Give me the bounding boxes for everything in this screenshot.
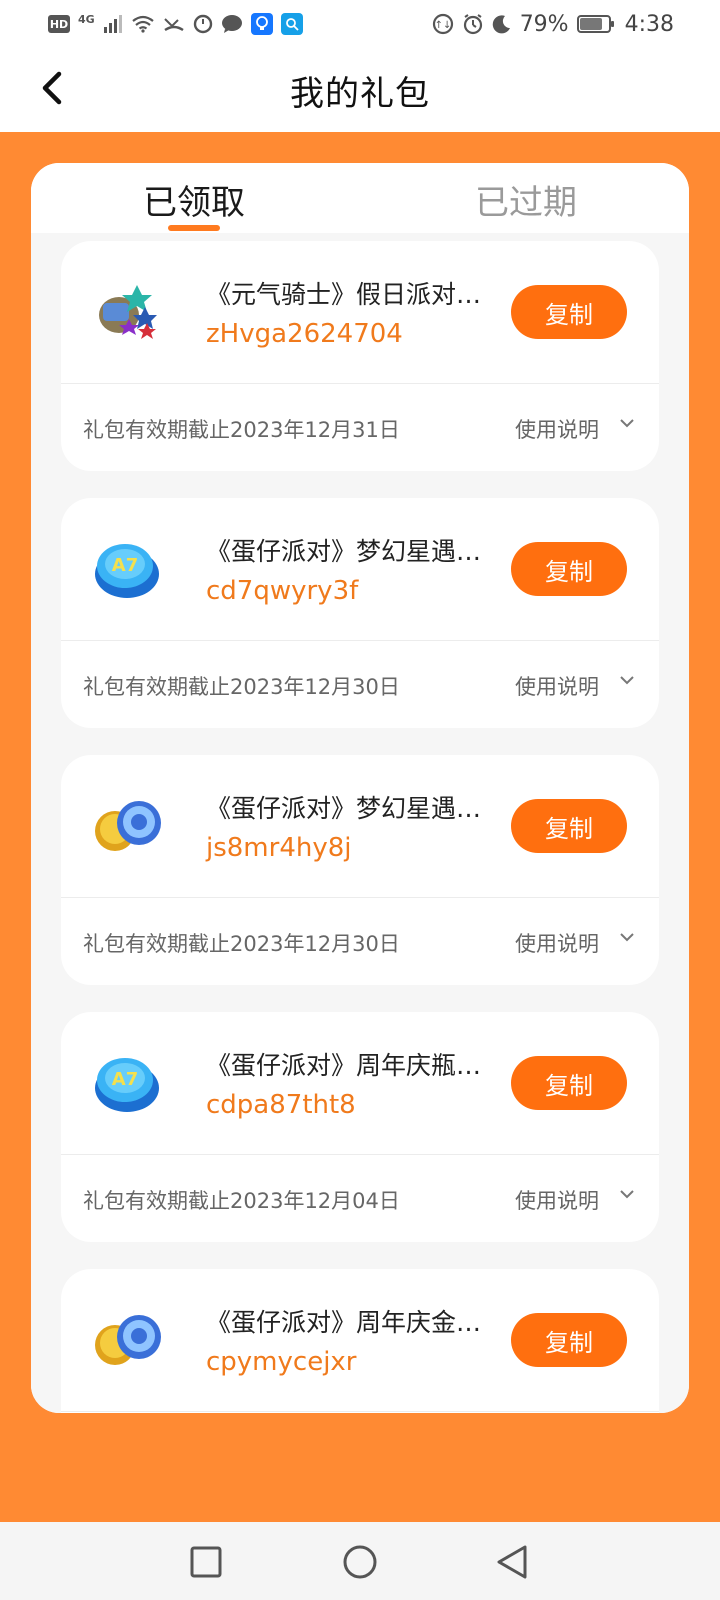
bulb-app-icon xyxy=(250,13,273,35)
battery-icon xyxy=(576,15,614,33)
chevron-down-icon[interactable] xyxy=(619,672,635,688)
gift-card-bottom: 礼包有效期截止2023年12月31日 使用说明 xyxy=(61,384,659,472)
search-app-icon xyxy=(280,13,303,35)
gift-code: zHvga2624704 xyxy=(206,319,403,349)
gift-card-top: A7 《蛋仔派对》周年庆瓶… cdpa87tht8 复制 xyxy=(61,1012,659,1155)
gift-card: 《蛋仔派对》梦幻星遇… js8mr4hy8j 复制 礼包有效期截止2023年12… xyxy=(61,755,659,985)
chevron-down-icon[interactable] xyxy=(619,415,635,431)
usage-instructions-link[interactable]: 使用说明 xyxy=(515,928,599,958)
gift-panel: 已领取 已过期 《元气骑士》假日派对… zHvga2624704 复制 礼包有效… xyxy=(31,163,689,1413)
tab-claimed[interactable]: 已领取 xyxy=(143,175,245,224)
gift-code: cpymycejxr xyxy=(206,1347,357,1377)
tab-expired[interactable]: 已过期 xyxy=(475,175,577,224)
svg-text:A7: A7 xyxy=(112,555,138,576)
gift-card-top: 《蛋仔派对》周年庆金… cpymycejxr 复制 xyxy=(61,1269,659,1412)
tab-bar: 已领取 已过期 xyxy=(31,163,689,233)
coins-icon xyxy=(89,1305,165,1375)
status-bar: HD 4G ↑↓ 79% 4:38 xyxy=(0,0,720,48)
copy-button[interactable]: 复制 xyxy=(511,1056,627,1110)
gift-list[interactable]: 《元气骑士》假日派对… zHvga2624704 复制 礼包有效期截止2023年… xyxy=(31,233,689,1413)
battery-level xyxy=(579,18,602,30)
gift-code: cdpa87tht8 xyxy=(206,1090,356,1120)
gift-card-top: A7 《蛋仔派对》梦幻星遇… cd7qwyry3f 复制 xyxy=(61,498,659,641)
gift-card: A7 《蛋仔派对》梦幻星遇… cd7qwyry3f 复制 礼包有效期截止2023… xyxy=(61,498,659,728)
copy-button[interactable]: 复制 xyxy=(511,799,627,853)
bottle-cap-icon: A7 xyxy=(89,1048,165,1118)
app-header: 我的礼包 xyxy=(0,48,720,132)
copy-button[interactable]: 复制 xyxy=(511,285,627,339)
gift-card-bottom: 礼包有效期截止2023年12月30日 使用说明 xyxy=(61,898,659,986)
home-circle-icon[interactable] xyxy=(338,1540,382,1584)
gift-code: cd7qwyry3f xyxy=(206,576,359,606)
wifi-icon xyxy=(131,15,155,33)
gift-card: A7 《蛋仔派对》周年庆瓶… cdpa87tht8 复制 礼包有效期截止2023… xyxy=(61,1012,659,1242)
usage-instructions-link[interactable]: 使用说明 xyxy=(515,671,599,701)
gift-title: 《蛋仔派对》梦幻星遇… xyxy=(206,794,482,823)
network-type: 4G xyxy=(78,12,95,26)
missed-call-icon xyxy=(163,15,185,33)
clock: 4:38 xyxy=(624,11,674,37)
gift-card-bottom: 礼包有效期截止2023年12月30日 使用说明 xyxy=(61,641,659,729)
bottle-cap-icon: A7 xyxy=(89,534,165,604)
gift-title: 《蛋仔派对》周年庆金… xyxy=(206,1308,482,1337)
battery-percent: 79% xyxy=(519,11,569,37)
gift-card-bottom: 礼包有效期截止2023年12月04日 使用说明 xyxy=(61,1155,659,1243)
expiry-text: 礼包有效期截止2023年12月04日 xyxy=(83,1189,400,1213)
message-icon xyxy=(221,14,243,34)
gift-card-top: 《蛋仔派对》梦幻星遇… js8mr4hy8j 复制 xyxy=(61,755,659,898)
moon-icon xyxy=(492,14,512,34)
system-nav-bar xyxy=(0,1522,720,1600)
gift-title: 《元气骑士》假日派对… xyxy=(206,280,482,309)
chevron-left-icon[interactable] xyxy=(32,68,72,108)
recents-square-icon[interactable] xyxy=(184,1540,228,1584)
alarm-icon xyxy=(462,13,484,35)
gift-card-top: 《元气骑士》假日派对… zHvga2624704 复制 xyxy=(61,241,659,384)
chevron-down-icon[interactable] xyxy=(619,929,635,945)
copy-button[interactable]: 复制 xyxy=(511,1313,627,1367)
gift-code: js8mr4hy8j xyxy=(206,833,352,863)
gift-title: 《蛋仔派对》周年庆瓶… xyxy=(206,1051,482,1080)
coins-icon xyxy=(89,791,165,861)
status-left: HD 4G xyxy=(48,13,303,35)
gift-pack-icon xyxy=(89,277,165,347)
data-saver-icon: ↑↓ xyxy=(432,13,454,35)
gift-card: 《元气骑士》假日派对… zHvga2624704 复制 礼包有效期截止2023年… xyxy=(61,241,659,471)
back-triangle-icon[interactable] xyxy=(490,1540,534,1584)
expiry-text: 礼包有效期截止2023年12月30日 xyxy=(83,932,400,956)
chevron-down-icon[interactable] xyxy=(619,1186,635,1202)
expiry-text: 礼包有效期截止2023年12月31日 xyxy=(83,418,400,442)
signal-icon xyxy=(103,15,123,33)
gift-title: 《蛋仔派对》梦幻星遇… xyxy=(206,537,482,566)
expiry-text: 礼包有效期截止2023年12月30日 xyxy=(83,675,400,699)
hd-icon: HD xyxy=(48,15,70,33)
svg-text:A7: A7 xyxy=(112,1069,138,1090)
page-title: 我的礼包 xyxy=(290,73,430,114)
status-right: ↑↓ 79% 4:38 xyxy=(432,12,674,37)
usage-instructions-link[interactable]: 使用说明 xyxy=(515,414,599,444)
usage-instructions-link[interactable]: 使用说明 xyxy=(515,1185,599,1215)
timer-icon xyxy=(193,14,213,34)
tab-indicator xyxy=(168,225,220,231)
copy-button[interactable]: 复制 xyxy=(511,542,627,596)
gift-card: 《蛋仔派对》周年庆金… cpymycejxr 复制 xyxy=(61,1269,659,1413)
svg-text:↑↓: ↑↓ xyxy=(434,20,451,31)
